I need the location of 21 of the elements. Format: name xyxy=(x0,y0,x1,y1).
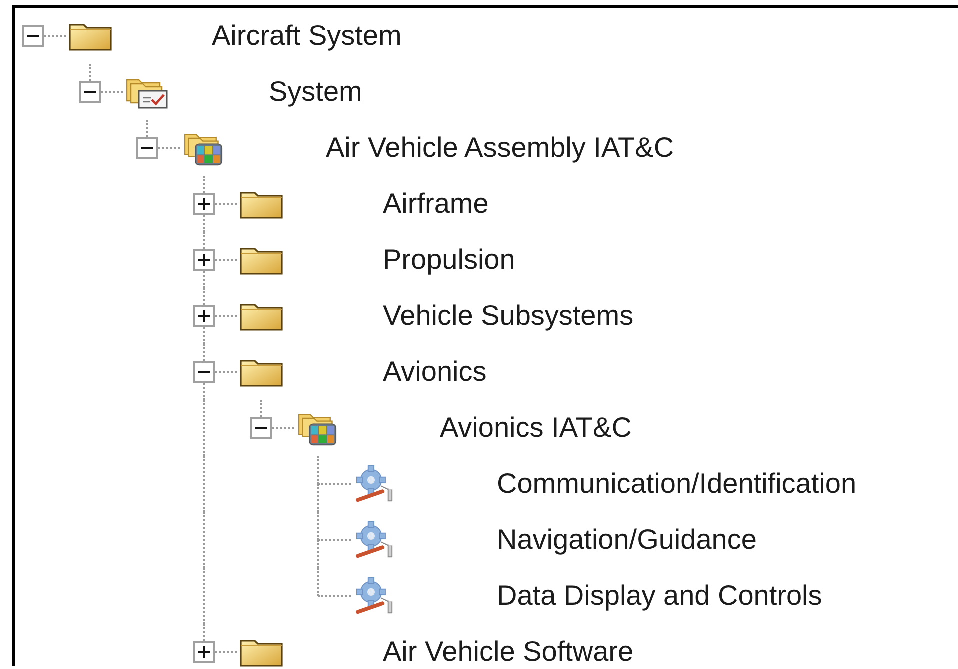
tree-item-label[interactable]: Aircraft System xyxy=(212,20,402,52)
tree-item-label[interactable]: Communication/Identification xyxy=(497,468,857,500)
expand-toggle[interactable] xyxy=(193,249,215,271)
tree-item-label[interactable]: Avionics xyxy=(383,356,487,388)
expand-toggle[interactable] xyxy=(193,305,215,327)
expand-toggle[interactable] xyxy=(193,641,215,663)
tree-item-label[interactable]: Data Display and Controls xyxy=(497,580,822,612)
tree-item-label[interactable]: Vehicle Subsystems xyxy=(383,300,634,332)
collapse-toggle[interactable] xyxy=(22,25,44,47)
tree-item-label[interactable]: Air Vehicle Software xyxy=(383,636,634,668)
tree-item-label[interactable]: Navigation/Guidance xyxy=(497,524,757,556)
tree-item-label[interactable]: Avionics IAT&C xyxy=(440,412,632,444)
collapse-toggle[interactable] xyxy=(250,417,272,439)
collapse-toggle[interactable] xyxy=(79,81,101,103)
tree-item-label[interactable]: Propulsion xyxy=(383,244,516,276)
collapse-toggle[interactable] xyxy=(136,137,158,159)
tree-item-label[interactable]: Air Vehicle Assembly IAT&C xyxy=(326,132,674,164)
tree-item-label[interactable]: Airframe xyxy=(383,188,489,220)
collapse-toggle[interactable] xyxy=(193,361,215,383)
tree-item-label[interactable]: System xyxy=(269,76,362,108)
expand-toggle[interactable] xyxy=(193,193,215,215)
